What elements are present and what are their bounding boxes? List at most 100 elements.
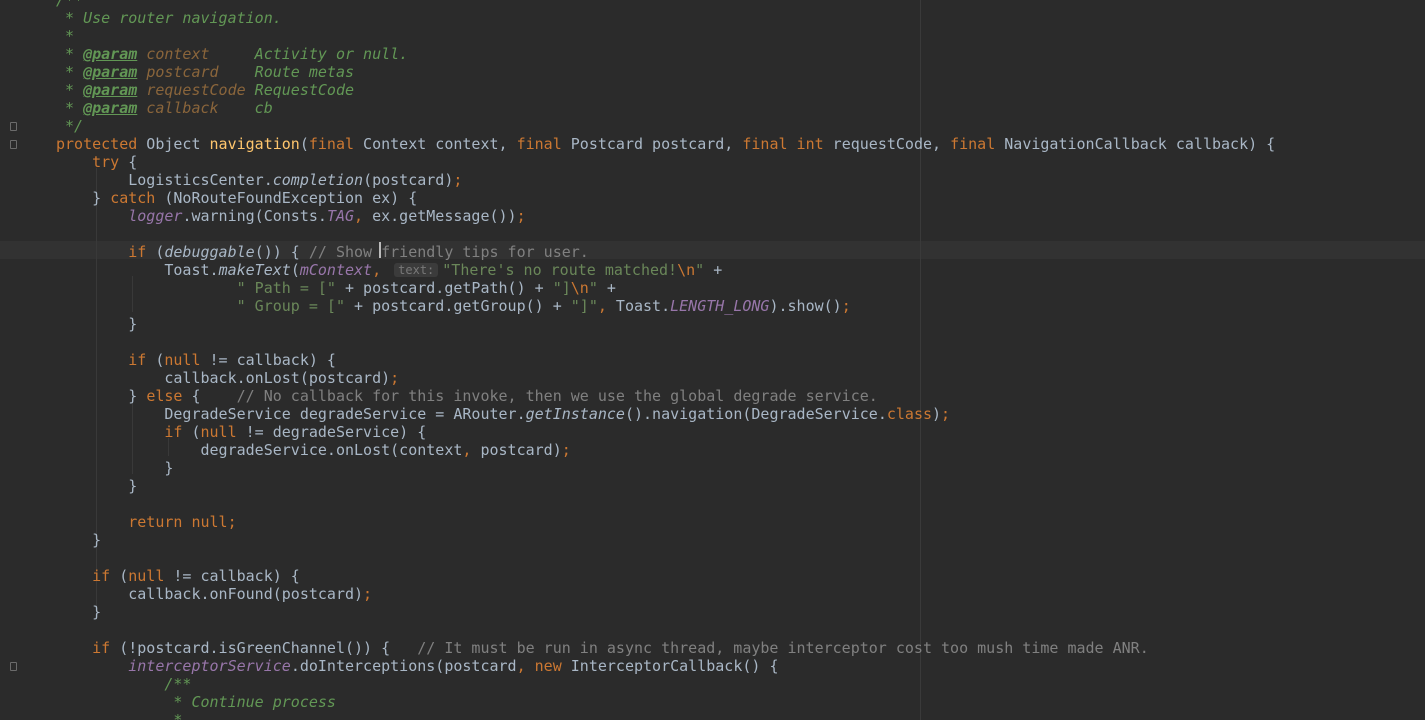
- code-line[interactable]: * Continue process: [56, 693, 336, 711]
- code-line[interactable]: if (null != callback) {: [56, 351, 336, 369]
- code-token: Route metas: [218, 63, 355, 81]
- code-line[interactable]: " Path = [" + postcard.getPath() + "]\n"…: [56, 279, 616, 297]
- code-line[interactable]: protected Object navigation(final Contex…: [56, 135, 1275, 153]
- code-line[interactable]: * @param context Activity or null.: [56, 45, 408, 63]
- editor-gutter[interactable]: [0, 0, 28, 720]
- code-token: debuggable: [164, 243, 255, 261]
- code-line[interactable]: * Use router navigation.: [56, 9, 282, 27]
- code-token: ).show(): [769, 297, 842, 315]
- code-line[interactable]: return null;: [56, 513, 236, 531]
- code-token: }: [56, 189, 111, 207]
- fold-marker-icon[interactable]: [10, 140, 17, 149]
- code-token: logger: [128, 207, 183, 225]
- code-token: *: [164, 711, 183, 720]
- code-token: "There's no route matched!: [442, 261, 678, 279]
- code-token: }: [56, 477, 138, 495]
- code-line[interactable]: interceptorService.doInterceptions(postc…: [56, 657, 778, 675]
- code-line[interactable]: * @param requestCode RequestCode: [56, 81, 354, 99]
- fold-marker-icon[interactable]: [10, 122, 17, 131]
- code-token: completion: [272, 171, 364, 189]
- code-token: protected: [56, 135, 138, 153]
- fold-marker-icon[interactable]: [10, 662, 17, 671]
- code-token: getInstance: [525, 405, 625, 423]
- code-token: Toast.: [56, 261, 219, 279]
- code-token: class: [886, 405, 933, 423]
- code-token: }: [56, 531, 102, 549]
- code-token: \n: [677, 261, 696, 279]
- code-token: // It must be run in async thread, maybe…: [417, 639, 1149, 657]
- code-token: mContext: [299, 261, 373, 279]
- code-token: "]": [570, 297, 598, 315]
- code-token: ;: [841, 297, 851, 315]
- code-editor[interactable]: /** * Use router navigation. * * @param …: [0, 0, 1425, 720]
- code-token: }: [56, 459, 174, 477]
- code-token: ": [695, 261, 705, 279]
- code-token: final: [516, 135, 562, 153]
- code-token: else: [146, 387, 183, 405]
- code-token: ): [932, 405, 942, 423]
- code-line[interactable]: callback.onLost(postcard);: [56, 369, 399, 387]
- code-line[interactable]: }: [56, 603, 101, 621]
- code-token: /**: [56, 0, 84, 9]
- code-line[interactable]: * @param callback cb: [56, 99, 273, 117]
- code-token: ;: [453, 171, 463, 189]
- code-token: catch: [110, 189, 156, 207]
- code-token: navigation: [209, 135, 300, 153]
- code-token: ;: [363, 585, 373, 603]
- parameter-hint: text:: [394, 263, 439, 277]
- code-token: // Show friendly tips for user.: [308, 243, 589, 261]
- code-token: try: [92, 153, 120, 171]
- code-token: *: [56, 99, 84, 117]
- code-line[interactable]: }: [56, 477, 137, 495]
- code-token: @param: [83, 99, 138, 117]
- code-token: postcard): [471, 441, 562, 459]
- code-line[interactable]: Toast.makeText(mContext, text: "There's n…: [56, 261, 722, 279]
- code-line[interactable]: *: [56, 711, 182, 720]
- code-line[interactable]: }: [56, 531, 101, 549]
- code-token: callback: [146, 99, 219, 117]
- code-line[interactable]: /**: [56, 0, 83, 9]
- code-token: "]: [552, 279, 571, 297]
- code-line[interactable]: if (null != degradeService) {: [56, 423, 426, 441]
- code-line[interactable]: */: [56, 117, 83, 135]
- code-token: ()) {: [254, 243, 309, 261]
- code-line[interactable]: if (null != callback) {: [56, 567, 300, 585]
- code-token: ;: [561, 441, 571, 459]
- code-token: * Continue process: [164, 693, 336, 711]
- code-line[interactable]: /**: [56, 675, 191, 693]
- code-token: .doInterceptions(postcard: [290, 657, 517, 675]
- code-token: null: [164, 351, 201, 369]
- code-token: ,: [597, 297, 607, 315]
- code-line[interactable]: try {: [56, 153, 137, 171]
- code-token: null: [128, 567, 165, 585]
- code-token: ex.getMessage()): [363, 207, 517, 225]
- code-token: Activity or null.: [209, 45, 409, 63]
- code-token: // No callback for this invoke, then we …: [236, 387, 878, 405]
- code-token: @param: [83, 81, 138, 99]
- code-line[interactable]: } else { // No callback for this invoke,…: [56, 387, 878, 405]
- code-token: if: [128, 351, 147, 369]
- code-token: {: [182, 387, 237, 405]
- code-line[interactable]: if (!postcard.isGreenChannel()) { // It …: [56, 639, 1149, 657]
- code-line[interactable]: callback.onFound(postcard);: [56, 585, 372, 603]
- code-token: Postcard postcard,: [561, 135, 743, 153]
- code-line[interactable]: logger.warning(Consts.TAG, ex.getMessage…: [56, 207, 525, 225]
- code-token: ;: [941, 405, 951, 423]
- code-line[interactable]: if (debuggable()) { // Show friendly tip…: [56, 243, 589, 261]
- code-token: null: [200, 423, 237, 441]
- code-line[interactable]: } catch (NoRouteFoundException ex) {: [56, 189, 417, 207]
- code-line[interactable]: DegradeService degradeService = ARouter.…: [56, 405, 950, 423]
- code-line[interactable]: }: [56, 459, 173, 477]
- code-line[interactable]: degradeService.onLost(context, postcard)…: [56, 441, 571, 459]
- code-line[interactable]: * @param postcard Route metas: [56, 63, 354, 81]
- code-line[interactable]: }: [56, 315, 137, 333]
- code-line[interactable]: " Group = [" + postcard.getGroup() + "]"…: [56, 297, 851, 315]
- code-line[interactable]: *: [56, 27, 74, 45]
- code-line[interactable]: LogisticsCenter.completion(postcard);: [56, 171, 462, 189]
- code-token: (: [146, 243, 165, 261]
